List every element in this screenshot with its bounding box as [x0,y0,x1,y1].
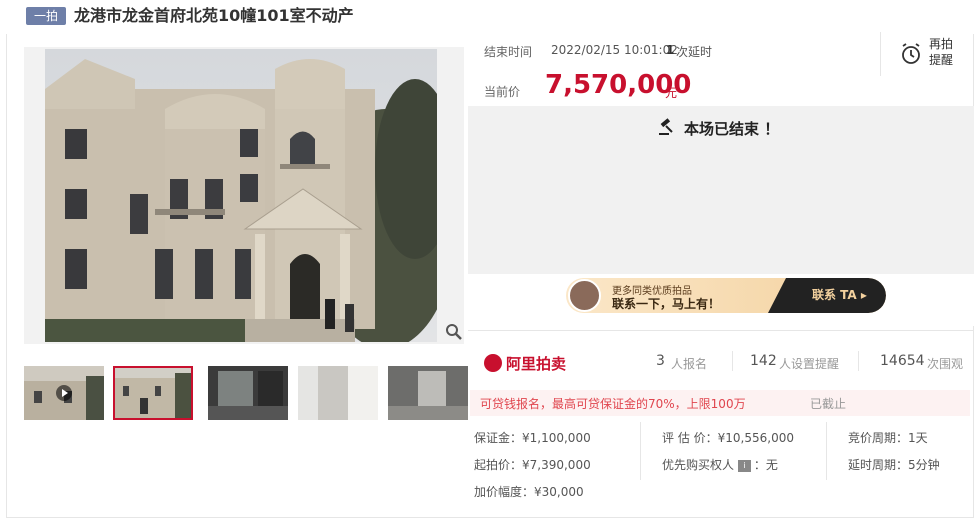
end-time-label: 结束时间 [484,45,533,59]
main-photo[interactable] [45,49,437,342]
thumbnail-interior-3[interactable] [388,366,468,420]
info-badge-icon[interactable]: i [737,459,751,472]
deposit: 保证金：¥1,100,000 [474,431,591,445]
thumbnail-exterior[interactable] [113,366,193,420]
loan-notice-banner[interactable]: 可贷钱报名，最高可贷保证金的70%，上限100万 已截止 [470,390,970,416]
current-price-label: 当前价 [484,85,521,99]
triangle-right-icon: ▸ [860,288,867,302]
reminder-count: 142 [750,353,777,369]
zoom-icon[interactable] [445,323,463,341]
divider [826,422,827,480]
avatar [568,279,601,312]
page-header: 一拍 龙港市龙金首府北苑10幢101室不动产 [0,0,980,34]
view-label: 次围观 [927,357,964,371]
remind-label: 再拍提醒 [929,37,954,67]
priority-buyer: 优先购买权人 i ：无 [662,456,778,473]
currency-unit: 元 [665,86,678,100]
delay-count: 1 [666,43,675,57]
thumbnail-interior-1[interactable] [208,366,288,420]
divider [640,422,641,480]
contact-button[interactable]: 联系 TA ▸ [786,278,886,313]
remind-button[interactable]: 再拍提醒 [880,32,974,76]
priority-buyer-label: 优先购买权人 [662,458,735,472]
end-time-value: 2022/02/15 10:01:02 [551,43,678,57]
signup-count: 3 [656,353,665,369]
starting-price: 起拍价：¥7,390,000 [474,458,591,472]
loan-notice-text: 可贷钱报名，最高可贷保证金的70%，上限100万 [480,397,746,411]
divider [732,351,733,371]
signup-label: 人报名 [671,357,708,371]
delay-label: 次延时 [676,45,713,59]
priority-buyer-value: ：无 [753,458,778,472]
stats-bar: 阿里拍卖 3 人报名 142 人设置提醒 14654 次围观 [468,330,974,384]
auction-details: 保证金：¥1,100,000 起拍价：¥7,390,000 加价幅度：¥30,0… [468,418,974,508]
auction-type-tag: 一拍 [26,7,66,25]
contact-button-label: 联系 TA [812,288,857,302]
extension-period: 延时周期：5分钟 [848,458,940,472]
play-icon[interactable] [56,385,72,401]
contact-promo-banner[interactable]: 更多同类优质拍品 联系一下，马上有！ 联系 TA ▸ [566,278,886,313]
alarm-clock-icon [899,42,923,70]
alibaba-auction-icon [484,354,502,372]
divider [858,351,859,371]
gavel-icon [658,118,676,140]
bid-increment: 加价幅度：¥30,000 [474,485,584,499]
promo-line2: 联系一下，马上有！ [612,297,721,311]
auction-ended-status: 本场已结束 ！ [684,120,780,138]
view-count: 14654 [880,353,925,369]
main-photo-area [24,47,464,344]
appraisal-price: 评 估 价：¥10,556,000 [662,431,794,445]
promo-area: 更多同类优质拍品 联系一下，马上有！ 联系 TA ▸ [468,274,974,326]
thumbnail-strip [24,366,468,420]
thumbnail-video[interactable] [24,366,104,420]
thumbnail-interior-2[interactable] [298,366,378,420]
promo-button-edge [768,278,786,313]
brand-logo: 阿里拍卖 [484,353,566,374]
auction-period: 竞价周期：1天 [848,431,928,445]
auction-status-panel: 本场已结束 ！ [468,106,974,274]
page-title: 龙港市龙金首府北苑10幢101室不动产 [74,6,354,25]
loan-notice-status: 已截止 [810,397,847,411]
reminder-label: 人设置提醒 [779,357,840,371]
